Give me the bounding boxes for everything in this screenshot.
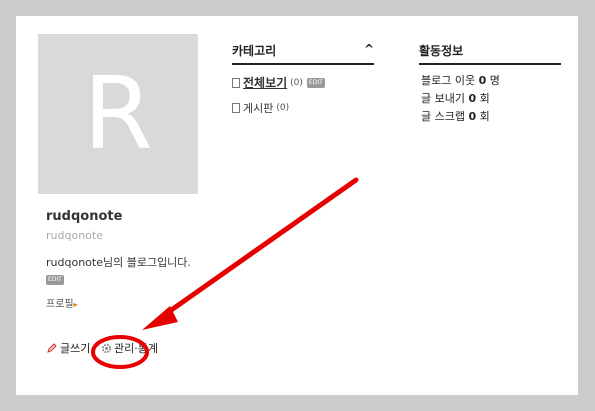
- annotation-arrow: [157, 177, 359, 321]
- annotation-overlay: [91, 177, 359, 369]
- annotation-circle: [91, 335, 149, 369]
